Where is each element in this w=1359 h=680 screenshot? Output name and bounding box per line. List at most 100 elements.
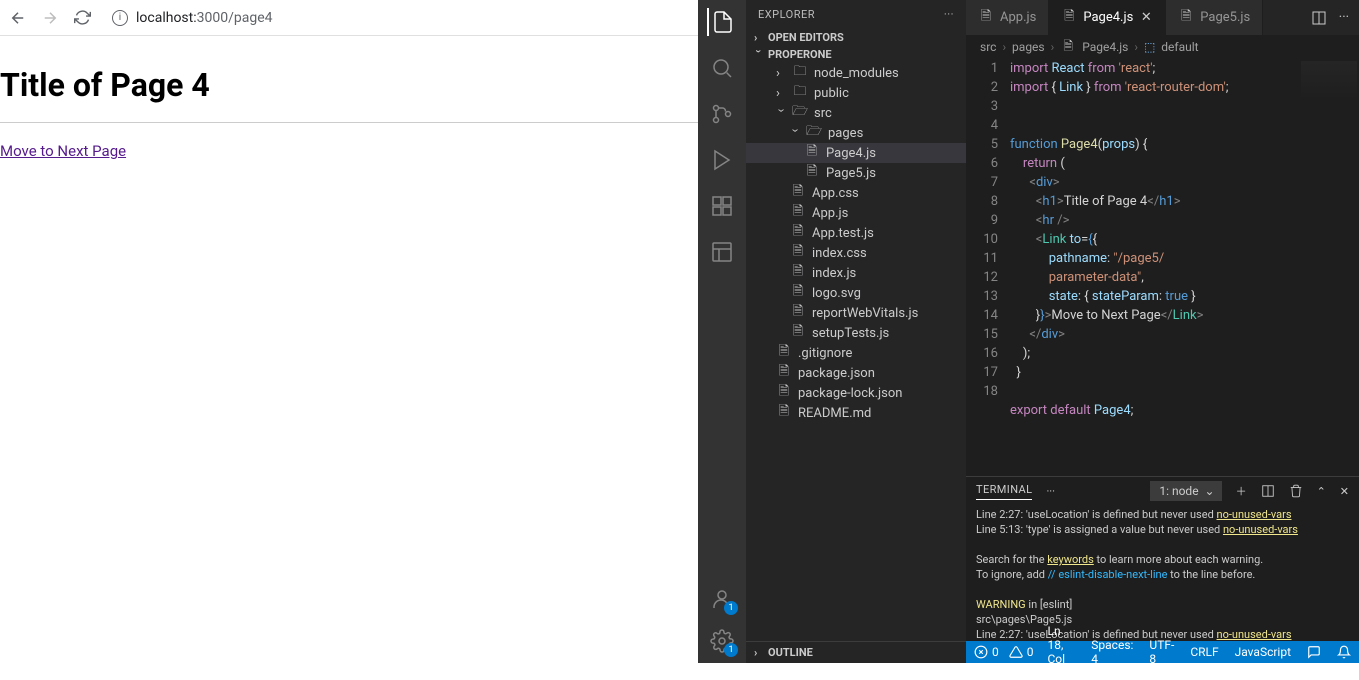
explorer-icon[interactable] bbox=[707, 8, 735, 36]
url-path: 3000/page4 bbox=[197, 10, 273, 26]
terminal-tab[interactable]: TERMINAL bbox=[976, 483, 1032, 500]
project-section[interactable]: ›PROPERONE bbox=[746, 46, 966, 63]
file-appjs[interactable]: 🗎App.js bbox=[746, 203, 966, 223]
folder-open-icon: 🗁 bbox=[806, 125, 822, 141]
file-icon: 🗎 bbox=[790, 285, 806, 301]
vscode-window: EXPLORER ··· ›OPEN EDITORS ›PROPERONE ›🗀… bbox=[698, 0, 1359, 663]
file-icon: 🗎 bbox=[790, 325, 806, 341]
chevron-down-icon: ⌄ bbox=[1205, 484, 1215, 498]
file-icon: 🗎 bbox=[804, 145, 820, 161]
url-host: localhost: bbox=[136, 10, 197, 26]
status-ln-col[interactable]: Ln 18, Col 22 bbox=[1048, 624, 1076, 680]
browser-window: i localhost:3000/page4 Title of Page 4 M… bbox=[0, 0, 698, 663]
file-icon: 🗎 bbox=[790, 245, 806, 261]
outline-section[interactable]: ›OUTLINE bbox=[746, 641, 966, 663]
minimap[interactable] bbox=[1299, 59, 1359, 476]
file-page5[interactable]: 🗎Page5.js bbox=[746, 163, 966, 183]
file-gitignore[interactable]: 🗎.gitignore bbox=[746, 343, 966, 363]
tab-page5[interactable]: 🗎Page5.js bbox=[1166, 0, 1263, 35]
file-packagelock[interactable]: 🗎package-lock.json bbox=[746, 383, 966, 403]
layout-icon[interactable] bbox=[708, 238, 736, 266]
tab-appjs[interactable]: 🗎App.js bbox=[966, 0, 1049, 35]
file-page4[interactable]: 🗎Page4.js bbox=[746, 143, 966, 163]
back-button[interactable] bbox=[8, 8, 28, 28]
folder-icon: 🗀 bbox=[792, 65, 808, 81]
file-icon: 🗎 bbox=[790, 305, 806, 321]
source-control-icon[interactable] bbox=[708, 100, 736, 128]
file-rwv[interactable]: 🗎reportWebVitals.js bbox=[746, 303, 966, 323]
explorer-label: EXPLORER bbox=[758, 8, 815, 21]
status-warnings[interactable]: 0 bbox=[1009, 645, 1034, 659]
folder-open-icon: 🗁 bbox=[792, 105, 808, 121]
split-editor-icon[interactable] bbox=[1311, 10, 1327, 26]
accounts-icon[interactable] bbox=[708, 585, 736, 613]
split-terminal-icon[interactable] bbox=[1261, 484, 1275, 498]
breadcrumb[interactable]: src› pages› 🗎Page4.js› ⬚default bbox=[966, 35, 1359, 59]
file-apptest[interactable]: 🗎App.test.js bbox=[746, 223, 966, 243]
file-icon: 🗎 bbox=[1178, 10, 1194, 26]
file-setup[interactable]: 🗎setupTests.js bbox=[746, 323, 966, 343]
more-actions-icon[interactable]: ··· bbox=[1339, 10, 1349, 25]
file-logo[interactable]: 🗎logo.svg bbox=[746, 283, 966, 303]
feedback-icon[interactable] bbox=[1307, 645, 1321, 659]
file-package[interactable]: 🗎package.json bbox=[746, 363, 966, 383]
code-content[interactable]: import React from 'react'; import { Link… bbox=[1010, 59, 1299, 476]
file-icon: 🗎 bbox=[776, 345, 792, 361]
close-panel-icon[interactable]: ✕ bbox=[1340, 485, 1349, 498]
open-editors-section[interactable]: ›OPEN EDITORS bbox=[746, 29, 966, 46]
run-debug-icon[interactable] bbox=[708, 146, 736, 174]
info-icon: i bbox=[112, 10, 128, 26]
file-indexjs[interactable]: 🗎index.js bbox=[746, 263, 966, 283]
file-indexcss[interactable]: 🗎index.css bbox=[746, 243, 966, 263]
code-editor[interactable]: 123456789101112131415161718 import React… bbox=[966, 59, 1359, 476]
more-icon[interactable]: ··· bbox=[944, 8, 954, 21]
symbol-icon: ⬚ bbox=[1144, 40, 1155, 54]
notifications-icon[interactable] bbox=[1337, 645, 1351, 659]
file-icon: 🗎 bbox=[790, 265, 806, 281]
file-icon: 🗎 bbox=[1060, 39, 1076, 55]
status-language[interactable]: JavaScript bbox=[1235, 645, 1291, 659]
tab-bar: 🗎App.js 🗎Page4.js✕ 🗎Page5.js ··· bbox=[966, 0, 1359, 35]
terminal-output[interactable]: Line 2:27: 'useLocation' is defined but … bbox=[966, 505, 1359, 641]
file-icon: 🗎 bbox=[804, 165, 820, 181]
status-encoding[interactable]: UTF-8 bbox=[1149, 638, 1174, 666]
browser-viewport: Title of Page 4 Move to Next Page bbox=[0, 36, 698, 663]
trash-icon[interactable] bbox=[1289, 484, 1303, 498]
folder-node-modules[interactable]: ›🗀node_modules bbox=[746, 63, 966, 83]
close-icon[interactable]: ✕ bbox=[1139, 11, 1153, 25]
terminal-selector[interactable]: 1: node ⌄ bbox=[1150, 481, 1221, 501]
settings-gear-icon[interactable] bbox=[708, 627, 736, 655]
search-icon[interactable] bbox=[708, 54, 736, 82]
file-icon: 🗎 bbox=[790, 205, 806, 221]
forward-button[interactable] bbox=[40, 8, 60, 28]
status-bar: 0 0 Ln 18, Col 22 Spaces: 4 UTF-8 CRLF J… bbox=[966, 641, 1359, 663]
address-bar[interactable]: i localhost:3000/page4 bbox=[104, 6, 690, 30]
file-icon: 🗎 bbox=[790, 225, 806, 241]
file-icon: 🗎 bbox=[978, 10, 994, 26]
tab-page4[interactable]: 🗎Page4.js✕ bbox=[1049, 0, 1166, 35]
activity-bar bbox=[698, 0, 746, 663]
file-tree: ›🗀node_modules ›🗀public ›🗁src ›🗁pages 🗎P… bbox=[746, 63, 966, 641]
line-numbers: 123456789101112131415161718 bbox=[966, 59, 1010, 476]
file-icon: 🗎 bbox=[776, 385, 792, 401]
terminal-more-icon[interactable]: ··· bbox=[1046, 485, 1055, 498]
file-readme[interactable]: 🗎README.md bbox=[746, 403, 966, 423]
folder-icon: 🗀 bbox=[792, 85, 808, 101]
reload-button[interactable] bbox=[72, 8, 92, 28]
folder-public[interactable]: ›🗀public bbox=[746, 83, 966, 103]
folder-pages[interactable]: ›🗁pages bbox=[746, 123, 966, 143]
chevron-up-icon[interactable]: ⌃ bbox=[1317, 485, 1326, 498]
folder-src[interactable]: ›🗁src bbox=[746, 103, 966, 123]
file-icon: 🗎 bbox=[1061, 10, 1077, 26]
page-title: Title of Page 4 bbox=[0, 56, 698, 122]
status-eol[interactable]: CRLF bbox=[1190, 645, 1218, 659]
extensions-icon[interactable] bbox=[708, 192, 736, 220]
status-spaces[interactable]: Spaces: 4 bbox=[1091, 638, 1133, 666]
status-errors[interactable]: 0 bbox=[974, 645, 999, 659]
sidebar: EXPLORER ··· ›OPEN EDITORS ›PROPERONE ›🗀… bbox=[746, 0, 966, 663]
file-icon: 🗎 bbox=[790, 185, 806, 201]
new-terminal-icon[interactable]: ＋ bbox=[1236, 483, 1247, 499]
file-icon: 🗎 bbox=[776, 365, 792, 381]
next-page-link[interactable]: Move to Next Page bbox=[0, 142, 126, 160]
file-appcss[interactable]: 🗎App.css bbox=[746, 183, 966, 203]
